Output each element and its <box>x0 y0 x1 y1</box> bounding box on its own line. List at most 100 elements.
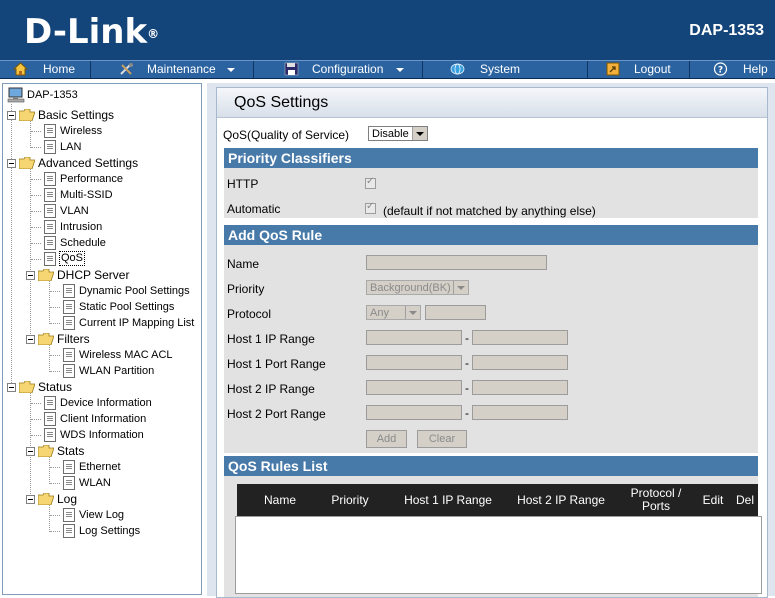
priority-select[interactable]: Background(BK) <box>366 280 469 295</box>
menu-configuration[interactable]: Configuration <box>254 61 423 78</box>
collapse-icon[interactable] <box>26 447 35 456</box>
page-icon <box>63 364 75 378</box>
navigation-tree: DAP-1353 Basic Settings Wireless LAN Adv… <box>2 83 202 595</box>
tools-icon <box>120 63 133 75</box>
protocol-select[interactable]: Any <box>366 305 421 320</box>
host1-ip-end-input[interactable] <box>472 330 568 345</box>
chevron-down-icon <box>405 306 420 319</box>
help-icon: ? <box>713 62 728 76</box>
page-icon <box>44 124 56 138</box>
chevron-down-icon <box>412 127 427 140</box>
collapse-icon[interactable] <box>7 383 16 392</box>
column-edit: Edit <box>702 492 724 507</box>
model-name: DAP-1353 <box>689 22 764 39</box>
folder-open-icon <box>38 269 54 281</box>
page-icon <box>63 524 75 538</box>
range-dash: - <box>465 381 469 395</box>
column-host1-ip: Host 1 IP Range <box>404 492 492 507</box>
home-icon <box>13 62 28 76</box>
protocol-label: Protocol <box>227 307 272 321</box>
rules-table-body <box>235 516 762 594</box>
add-qos-rule-area: Name Priority Background(BK) Protocol An… <box>224 245 758 453</box>
folder-open-icon <box>19 109 35 121</box>
page-icon <box>63 508 75 522</box>
menu-logout[interactable]: Logout <box>588 61 690 78</box>
menu-home[interactable]: Home <box>0 61 91 78</box>
host2-port-start-input[interactable] <box>366 405 462 420</box>
qos-rules-list-area: Name Priority Host 1 IP Range Host 2 IP … <box>224 476 762 597</box>
page-icon <box>44 172 56 186</box>
page-icon <box>63 284 75 298</box>
host2-port-end-input[interactable] <box>472 405 568 420</box>
menu-maintenance[interactable]: Maintenance <box>91 61 254 78</box>
protocol-number-input[interactable] <box>425 305 486 320</box>
qos-settings-panel: QoS Settings QoS(Quality of Service) Dis… <box>216 87 768 598</box>
floppy-icon <box>284 62 299 76</box>
network-icon <box>450 63 465 75</box>
dlink-logo: D-Link® <box>24 12 160 52</box>
priority-classifiers-header: Priority Classifiers <box>224 148 758 168</box>
automatic-checkbox[interactable] <box>365 201 376 214</box>
header-bar: D-Link® DAP-1353 <box>0 0 775 60</box>
range-dash: - <box>465 331 469 345</box>
http-checkbox[interactable] <box>365 176 376 189</box>
host2-ip-label: Host 2 IP Range <box>227 382 315 396</box>
host2-ip-start-input[interactable] <box>366 380 462 395</box>
page-title: QoS Settings <box>217 88 767 118</box>
page-icon <box>44 188 56 202</box>
chevron-down-icon <box>396 68 404 72</box>
collapse-icon[interactable] <box>26 495 35 504</box>
svg-text:?: ? <box>718 66 723 76</box>
folder-open-icon <box>19 157 35 169</box>
qos-rules-list-header: QoS Rules List <box>224 456 758 476</box>
collapse-icon[interactable] <box>7 159 16 168</box>
rules-table-header: Name Priority Host 1 IP Range Host 2 IP … <box>237 484 758 516</box>
page-icon <box>44 252 56 266</box>
qos-label: QoS(Quality of Service) <box>223 128 350 142</box>
menu-help[interactable]: ? Help <box>690 61 775 78</box>
main-panel: QoS Settings QoS(Quality of Service) Dis… <box>207 83 775 598</box>
range-dash: - <box>465 406 469 420</box>
automatic-note: (default if not matched by anything else… <box>383 204 596 218</box>
qos-select[interactable]: Disable <box>368 126 428 141</box>
clear-button[interactable]: Clear <box>417 430 467 448</box>
page-icon <box>44 140 56 154</box>
chevron-down-icon <box>227 68 235 72</box>
page-icon <box>44 428 56 442</box>
column-name: Name <box>263 492 296 507</box>
range-dash: - <box>465 356 469 370</box>
collapse-icon[interactable] <box>7 111 16 120</box>
page-icon <box>44 396 56 410</box>
column-priority: Priority <box>331 492 369 507</box>
priority-label: Priority <box>227 282 265 296</box>
host1-ip-start-input[interactable] <box>366 330 462 345</box>
name-input[interactable] <box>366 255 547 270</box>
host1-port-start-input[interactable] <box>366 355 462 370</box>
page-icon <box>63 476 75 490</box>
add-button[interactable]: Add <box>366 430 407 448</box>
folder-open-icon <box>19 381 35 393</box>
page-icon <box>44 236 56 250</box>
folder-open-icon <box>38 445 54 457</box>
menu-bar: Home Maintenance Configuration System Lo <box>0 60 775 79</box>
http-label: HTTP <box>227 177 259 191</box>
column-del: Del <box>735 492 754 507</box>
host1-port-end-input[interactable] <box>472 355 568 370</box>
folder-open-icon <box>38 493 54 505</box>
host1-ip-label: Host 1 IP Range <box>227 332 315 346</box>
column-host2-ip: Host 2 IP Range <box>517 492 605 507</box>
name-label: Name <box>227 257 260 271</box>
logout-icon <box>606 62 620 76</box>
collapse-icon[interactable] <box>26 335 35 344</box>
add-qos-rule-header: Add QoS Rule <box>224 225 758 245</box>
host2-ip-end-input[interactable] <box>472 380 568 395</box>
page-icon <box>63 460 75 474</box>
menu-system[interactable]: System <box>423 61 588 78</box>
column-protocol-ports: Protocol / Ports <box>630 486 682 513</box>
collapse-icon[interactable] <box>26 271 35 280</box>
page-icon <box>44 220 56 234</box>
host1-port-label: Host 1 Port Range <box>227 357 326 371</box>
chevron-down-icon <box>453 281 468 294</box>
page-icon <box>44 204 56 218</box>
host2-port-label: Host 2 Port Range <box>227 407 326 421</box>
